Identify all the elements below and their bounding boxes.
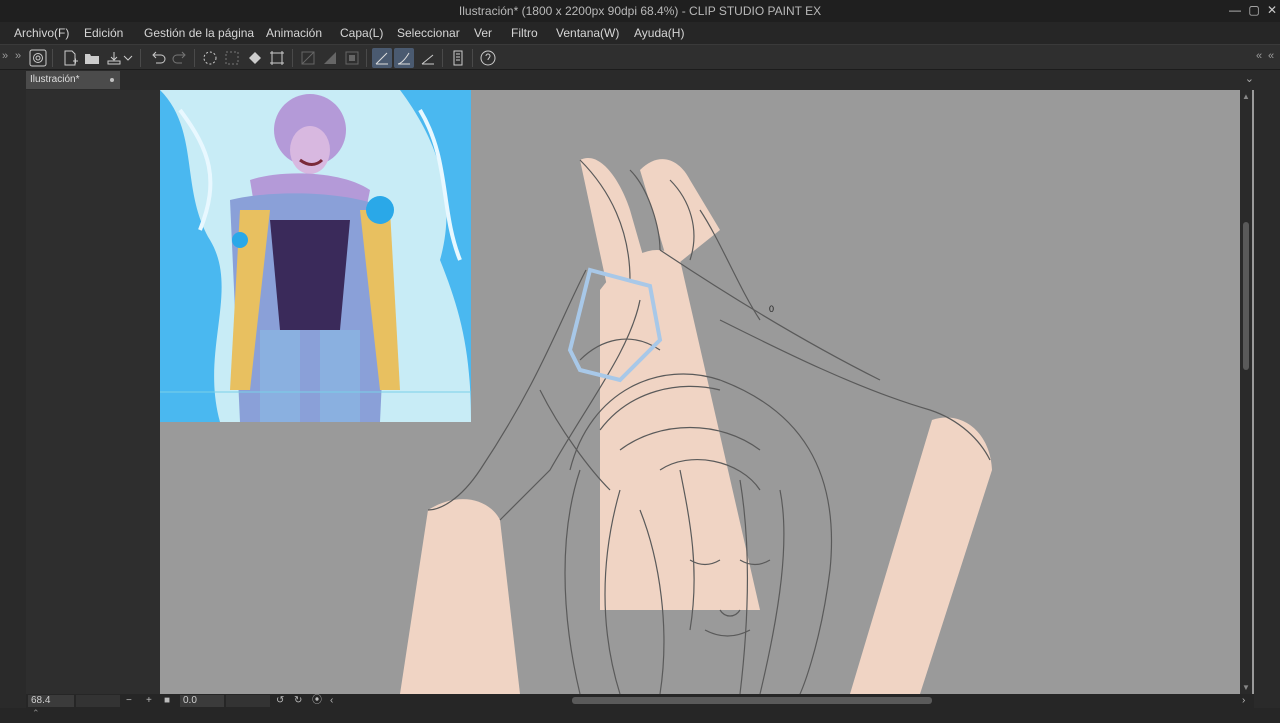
canvas-tab-bar: Ilustración* bbox=[0, 70, 1280, 90]
rotation-field[interactable]: 0.0 bbox=[180, 695, 224, 707]
canvas-area[interactable]: 0 bbox=[26, 90, 1254, 695]
canvas-marker-label: 0 bbox=[769, 304, 774, 314]
tab-menu-chevron-icon[interactable]: ⌄ bbox=[1245, 72, 1254, 85]
scroll-right-icon[interactable]: › bbox=[1242, 694, 1245, 708]
menu-ayuda[interactable]: Ayuda(H) bbox=[634, 26, 684, 40]
collapse-left-2-icon[interactable]: » bbox=[15, 50, 21, 62]
snap-special-ruler-icon[interactable] bbox=[394, 48, 414, 68]
rotate-left-icon[interactable]: ↺ bbox=[276, 694, 284, 708]
zoom-field[interactable]: 68.4 bbox=[28, 695, 74, 707]
scroll-up-icon[interactable]: ▲ bbox=[1242, 92, 1250, 101]
minimize-icon[interactable]: — bbox=[1226, 3, 1244, 17]
open-folder-icon[interactable] bbox=[82, 48, 102, 68]
command-bar: » » « « bbox=[0, 44, 1280, 70]
zoom-out-icon[interactable]: − bbox=[126, 694, 132, 708]
reference-image[interactable] bbox=[160, 90, 471, 422]
expand-panel-icon[interactable]: ⌃ bbox=[32, 708, 40, 719]
bottom-strip: ⌃ bbox=[0, 708, 1280, 723]
menu-filtro[interactable]: Filtro bbox=[511, 26, 538, 40]
ruler-snap-3-icon[interactable] bbox=[342, 48, 362, 68]
menu-gestion-pagina[interactable]: Gestión de la página bbox=[144, 26, 254, 40]
ruler-icon[interactable] bbox=[448, 48, 468, 68]
collapse-right-2-icon[interactable]: « bbox=[1268, 50, 1274, 62]
menu-ver[interactable]: Ver bbox=[474, 26, 492, 40]
help-icon[interactable] bbox=[478, 48, 498, 68]
snap-grid-icon[interactable] bbox=[418, 48, 438, 68]
tab-ilustracion[interactable]: Ilustración* bbox=[26, 71, 120, 89]
reset-rotation-icon[interactable]: ⦿ bbox=[312, 694, 322, 708]
undo-icon[interactable] bbox=[148, 48, 168, 68]
rotation-slider[interactable] bbox=[226, 695, 270, 707]
menu-bar: Archivo(F) Edición Gestión de la página … bbox=[0, 22, 1280, 44]
vertical-scroll-thumb[interactable] bbox=[1243, 222, 1249, 370]
window-title: Ilustración* (1800 x 2200px 90dpi 68.4%)… bbox=[458, 4, 822, 18]
menu-seleccionar[interactable]: Seleccionar bbox=[397, 26, 460, 40]
new-file-icon[interactable] bbox=[60, 48, 80, 68]
save-icon[interactable] bbox=[104, 48, 124, 68]
title-bar: Ilustración* (1800 x 2200px 90dpi 68.4%)… bbox=[0, 0, 1280, 22]
unsaved-dot-icon[interactable] bbox=[110, 78, 114, 82]
transform-icon[interactable] bbox=[267, 48, 287, 68]
clip-studio-icon[interactable] bbox=[28, 48, 48, 68]
collapse-left-icon[interactable]: » bbox=[2, 50, 8, 62]
menu-ventana[interactable]: Ventana(W) bbox=[556, 26, 619, 40]
fill-icon[interactable] bbox=[245, 48, 265, 68]
clip-studio-window: Ilustración* (1800 x 2200px 90dpi 68.4%)… bbox=[0, 0, 1280, 723]
left-panel bbox=[0, 90, 26, 723]
zoom-in-icon[interactable]: + bbox=[146, 694, 152, 708]
fit-icon[interactable]: ■ bbox=[164, 694, 170, 708]
zoom-slider[interactable] bbox=[76, 695, 120, 707]
tab-label: Ilustración* bbox=[30, 74, 80, 85]
reference-illustration bbox=[160, 90, 471, 422]
menu-capa[interactable]: Capa(L) bbox=[340, 26, 383, 40]
ruler-snap-icon[interactable] bbox=[298, 48, 318, 68]
collapse-right-icon[interactable]: « bbox=[1256, 50, 1262, 62]
snap-ruler-icon[interactable] bbox=[372, 48, 392, 68]
menu-edicion[interactable]: Edición bbox=[84, 26, 123, 40]
navigation-bar: 68.4 − + ■ 0.0 ↺ ↻ ⦿ ‹ › bbox=[26, 694, 1254, 708]
vertical-scrollbar[interactable]: ▲ ▼ bbox=[1240, 90, 1252, 694]
redo-icon[interactable] bbox=[170, 48, 190, 68]
ruler-snap-2-icon[interactable] bbox=[320, 48, 340, 68]
menu-archivo[interactable]: Archivo(F) bbox=[14, 26, 69, 40]
scroll-left-icon[interactable]: ‹ bbox=[330, 694, 333, 708]
menu-animacion[interactable]: Animación bbox=[266, 26, 322, 40]
rotate-right-icon[interactable]: ↻ bbox=[294, 694, 302, 708]
horizontal-scroll-thumb[interactable] bbox=[572, 697, 932, 704]
right-panel bbox=[1254, 90, 1280, 723]
maximize-icon[interactable]: ▢ bbox=[1245, 3, 1263, 17]
loading-icon[interactable] bbox=[200, 48, 220, 68]
dropdown-icon[interactable] bbox=[122, 48, 134, 68]
deselect-icon[interactable] bbox=[222, 48, 242, 68]
close-icon[interactable]: ✕ bbox=[1263, 3, 1280, 17]
scroll-down-icon[interactable]: ▼ bbox=[1242, 683, 1250, 692]
